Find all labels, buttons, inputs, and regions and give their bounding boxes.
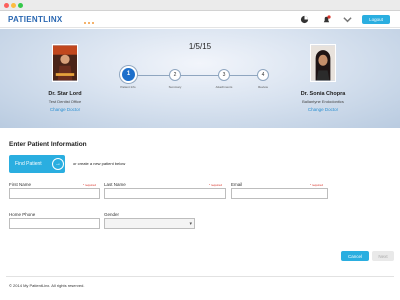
close-window-button[interactable]	[4, 3, 9, 8]
step-2[interactable]: 2	[169, 69, 181, 81]
create-patient-hint: or create a new patient below	[73, 161, 126, 166]
find-patient-label: Find Patient	[15, 161, 42, 167]
step-1-label: Patient Info	[120, 85, 136, 89]
step-3-label: Attachments	[215, 85, 233, 89]
next-button[interactable]: Next	[372, 251, 394, 261]
app-window: PATIENTLINX Logout 1/5/15 Dr. Star Lord …	[0, 0, 400, 300]
footer-divider	[6, 276, 394, 277]
notification-icon[interactable]	[322, 15, 331, 24]
browser-titlebar	[0, 0, 400, 11]
doctor-right-change-link[interactable]: Change Doctor	[278, 107, 368, 112]
home-phone-label: Home Phone	[9, 212, 36, 217]
steps-connector	[130, 75, 262, 76]
step-4-label: Review	[258, 85, 268, 89]
first-name-field[interactable]	[9, 188, 100, 199]
step-2-label: Summary	[168, 85, 182, 89]
chart-icon[interactable]	[300, 15, 309, 24]
chevron-down-icon: ▾	[189, 221, 192, 227]
chevron-down-icon[interactable]	[343, 15, 352, 24]
step-3[interactable]: 3	[218, 69, 230, 81]
email-field[interactable]	[231, 188, 328, 199]
home-phone-field[interactable]	[9, 218, 100, 229]
cancel-button[interactable]: Cancel	[341, 251, 369, 261]
app-header: PATIENTLINX Logout	[0, 11, 400, 28]
form-title: Enter Patient Information	[9, 141, 87, 148]
email-label: Email	[231, 182, 243, 187]
last-name-label: Last Name	[104, 182, 126, 187]
minimize-window-button[interactable]	[11, 3, 16, 8]
step-4[interactable]: 4	[257, 69, 269, 81]
last-name-required: * required	[209, 183, 223, 187]
email-required: * required	[310, 183, 324, 187]
doctor-left-photo	[52, 44, 78, 82]
find-patient-button[interactable]: Find Patient →	[9, 155, 65, 173]
doctor-right-photo	[310, 44, 336, 82]
gender-select[interactable]: ▾	[104, 218, 195, 229]
footer-copyright: © 2014 My PatientLinx. All rights reserv…	[9, 283, 85, 288]
logout-button[interactable]: Logout	[362, 15, 390, 24]
zoom-window-button[interactable]	[18, 3, 23, 8]
gender-label: Gender	[104, 212, 120, 217]
arrow-right-icon: →	[52, 158, 64, 170]
doctor-left-office: Test Dentist Office	[48, 99, 82, 104]
doctor-left-change-link[interactable]: Change Doctor	[20, 107, 110, 112]
logo-dots	[84, 20, 96, 26]
last-name-field[interactable]	[104, 188, 226, 199]
logo: PATIENTLINX	[8, 15, 63, 24]
appointment-banner: 1/5/15 Dr. Star Lord Test Dentist Office…	[0, 29, 400, 128]
doctor-right-office: Ballantyne Endodontics	[302, 99, 344, 104]
doctor-right-name: Dr. Sonia Chopra	[300, 91, 346, 97]
first-name-required: * required	[83, 183, 97, 187]
first-name-label: First Name	[9, 182, 32, 187]
step-1[interactable]: 1	[120, 66, 137, 83]
doctor-left-name: Dr. Star Lord	[48, 91, 82, 97]
